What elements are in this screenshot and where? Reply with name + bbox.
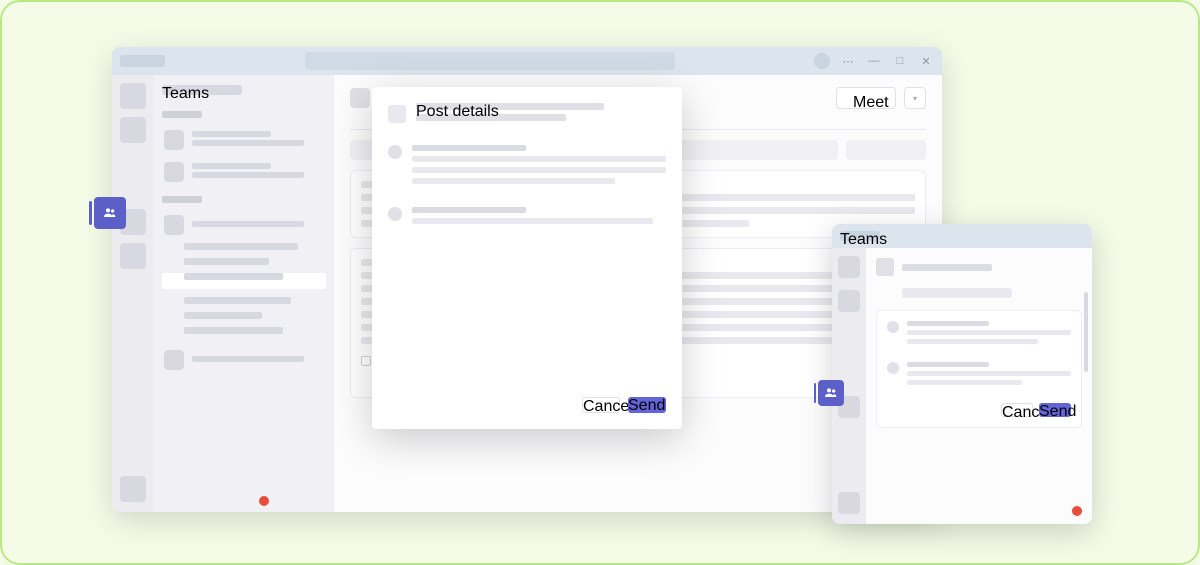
close-button[interactable]: ✕ (918, 54, 934, 68)
mobile-channel-title (902, 264, 992, 271)
more-options-dropdown[interactable]: ▾ (904, 87, 926, 109)
sidebar-channel[interactable] (184, 327, 283, 334)
sidebar-channel[interactable] (184, 258, 269, 265)
mobile-rail-activity[interactable] (838, 256, 860, 278)
user-avatar-icon (388, 207, 402, 221)
dialog-comment (388, 145, 666, 189)
presence-status-icon (259, 496, 269, 506)
sidebar-channel[interactable] (184, 312, 262, 319)
dialog-app-icon (388, 105, 406, 123)
rail-apps[interactable] (120, 476, 146, 502)
mobile-rail-teams-active[interactable] (818, 380, 844, 406)
scrollbar[interactable] (1084, 292, 1088, 372)
dialog-title: Post details (416, 103, 604, 110)
user-avatar-icon (388, 145, 402, 159)
sidebar-title: Teams (162, 85, 242, 95)
send-button[interactable]: Send (628, 397, 666, 413)
meet-button[interactable]: Meet (836, 87, 896, 109)
mobile-rail-more[interactable] (838, 492, 860, 514)
user-avatar-icon (887, 321, 899, 333)
settings-icon[interactable]: ⋯ (840, 54, 856, 68)
post-dialog: Post details Cancel Send (372, 87, 682, 429)
sidebar-section-teams (162, 196, 202, 203)
mobile-channel-icon (876, 258, 894, 276)
sidebar-channel[interactable] (184, 297, 291, 304)
filter-sort[interactable] (846, 140, 926, 160)
sidebar-channel-active[interactable] (162, 273, 326, 289)
team-avatar-icon (164, 162, 184, 182)
title-bar: ⋯ — □ ✕ (112, 47, 942, 75)
sidebar-channel[interactable] (184, 243, 298, 250)
mobile-presence-status-icon (1072, 506, 1082, 516)
teams-icon (102, 205, 118, 221)
sidebar-section-pinned (162, 111, 202, 118)
teams-sidebar: Teams (154, 75, 334, 512)
rail-chat[interactable] (120, 117, 146, 143)
app-rail (112, 75, 154, 512)
mobile-subtitle (902, 288, 1012, 298)
cancel-button[interactable]: Cancel (582, 397, 620, 413)
mobile-app-window: Teams (832, 224, 1092, 524)
rail-calls[interactable] (120, 243, 146, 269)
dialog-comment (388, 207, 666, 229)
search-input[interactable] (305, 52, 675, 70)
team-avatar-icon (164, 130, 184, 150)
sidebar-team-item[interactable] (162, 346, 326, 374)
sidebar-team-item[interactable] (162, 158, 326, 186)
mobile-app-badge: Teams (840, 231, 880, 241)
team-avatar-icon (164, 350, 184, 370)
minimize-button[interactable]: — (866, 54, 882, 68)
mobile-post-card: Cancel Send (876, 310, 1082, 428)
rail-teams-active[interactable] (94, 197, 126, 229)
mobile-rail-chat[interactable] (838, 290, 860, 312)
user-avatar[interactable] (814, 53, 830, 69)
user-avatar-icon (887, 362, 899, 374)
sidebar-team-item[interactable] (162, 126, 326, 154)
rail-activity[interactable] (120, 83, 146, 109)
mobile-send-button[interactable]: Send (1039, 403, 1071, 417)
team-avatar-icon (164, 215, 184, 235)
maximize-button[interactable]: □ (892, 54, 908, 68)
sidebar-team-item[interactable] (162, 211, 326, 239)
app-badge (120, 55, 165, 67)
mobile-cancel-button[interactable]: Cancel (1001, 403, 1033, 417)
mobile-title-bar: Teams (832, 224, 1092, 248)
channel-avatar-icon (350, 88, 370, 108)
mobile-header (876, 258, 1082, 276)
like-icon[interactable] (361, 356, 371, 366)
teams-icon (823, 385, 839, 401)
mobile-content: Cancel Send (866, 248, 1092, 524)
